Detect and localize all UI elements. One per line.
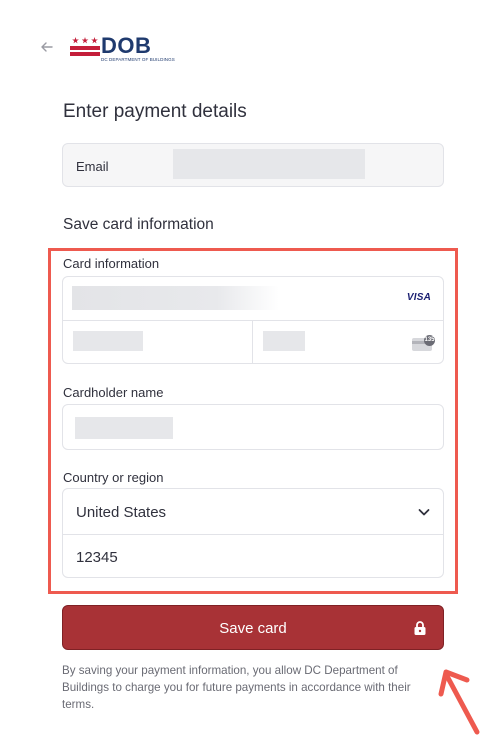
- card-expiry-input[interactable]: [63, 321, 253, 363]
- country-zip-group: United States 12345: [62, 488, 444, 578]
- save-card-button[interactable]: Save card: [62, 605, 444, 650]
- card-information-label: Card information: [63, 256, 160, 271]
- save-card-label: Save card: [219, 620, 287, 637]
- chevron-down-icon: [417, 505, 431, 519]
- card-cvc-input[interactable]: 135: [253, 321, 443, 363]
- dob-logo: DOB DC DEPARTMENT OF BUILDINGS: [70, 33, 175, 65]
- cvc-badge: 135: [424, 335, 435, 346]
- visa-brand-icon: VISA: [406, 292, 431, 303]
- country-selected-value: United States: [76, 504, 167, 521]
- email-field[interactable]: Email: [62, 143, 444, 187]
- page-title: Enter payment details: [63, 101, 247, 122]
- card-cvc-icon: 135: [412, 335, 435, 351]
- cardholder-name-label: Cardholder name: [63, 385, 164, 400]
- card-number-redacted: [72, 286, 279, 310]
- annotation-arrow-icon: [437, 664, 487, 736]
- country-region-label: Country or region: [63, 470, 164, 485]
- card-number-input[interactable]: VISA: [63, 277, 443, 321]
- email-label: Email: [76, 159, 109, 174]
- card-information-group: VISA 135: [62, 276, 444, 364]
- terms-text: By saving your payment information, you …: [62, 664, 411, 711]
- dc-flag-icon: [70, 37, 100, 57]
- zip-input[interactable]: 12345: [63, 535, 443, 579]
- cardholder-name-redacted: [75, 417, 173, 439]
- cardholder-name-input[interactable]: [62, 404, 444, 450]
- lock-icon: [413, 620, 427, 636]
- country-select[interactable]: United States: [63, 489, 443, 535]
- logo-subtitle: DC DEPARTMENT OF BUILDINGS: [101, 57, 175, 62]
- section-title: Save card information: [63, 216, 214, 233]
- back-arrow-icon[interactable]: [40, 40, 56, 56]
- zip-value: 12345: [76, 549, 118, 566]
- email-value-redacted: [173, 149, 365, 179]
- logo-wordmark: DOB: [101, 33, 152, 58]
- card-cvc-redacted: [263, 331, 305, 351]
- card-expiry-redacted: [73, 331, 143, 351]
